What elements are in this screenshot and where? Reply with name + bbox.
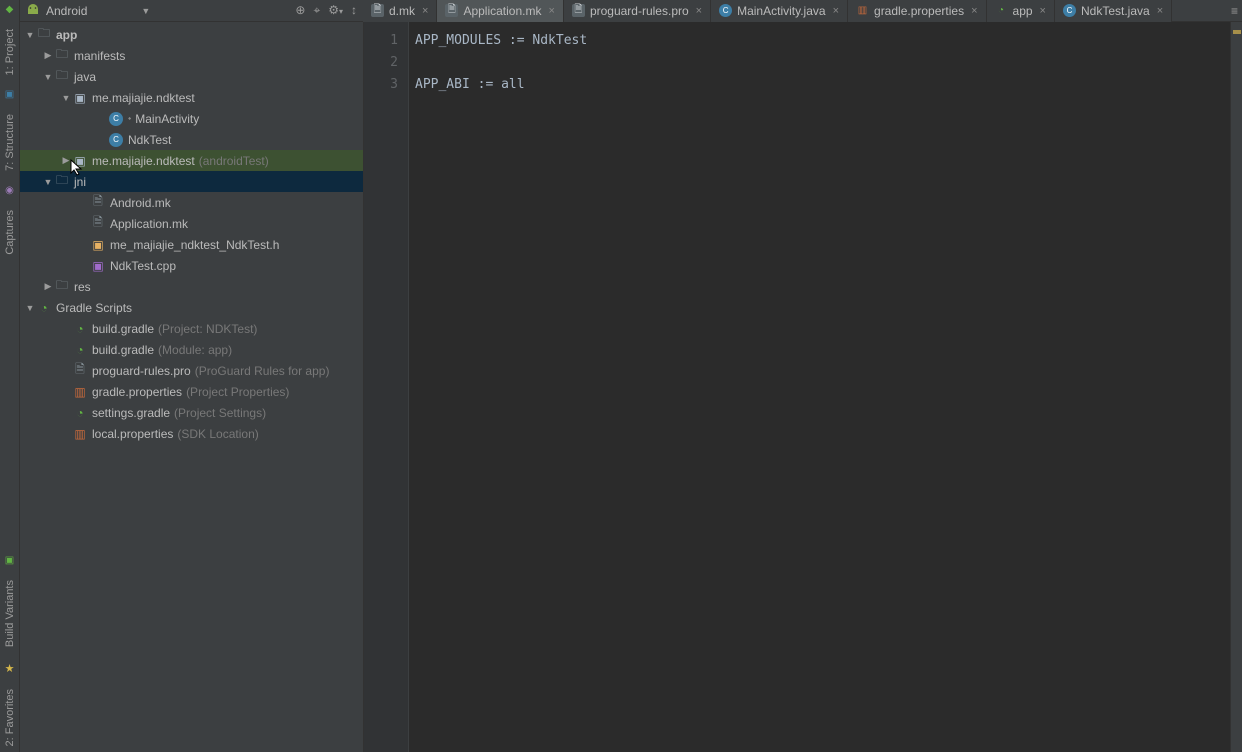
java-file-icon: C <box>719 4 732 17</box>
tool-structure-label[interactable]: 7: Structure <box>2 108 18 177</box>
gradle-file-icon: ◔ <box>995 4 1008 17</box>
code-line <box>415 52 1230 74</box>
tab-label: app <box>1013 4 1033 18</box>
tab-ndktest-java[interactable]: C NdkTest.java × <box>1055 0 1172 22</box>
tree-gradle-properties[interactable]: ▶▥gradle.properties(Project Properties) <box>20 381 363 402</box>
mk-file-icon: 🗎 <box>572 4 585 17</box>
tree-ndktest-class[interactable]: ▶CNdkTest <box>20 129 363 150</box>
mk-file-icon: 🗎 <box>445 4 458 17</box>
tab-label: MainActivity.java <box>737 4 825 18</box>
tab-label: Application.mk <box>463 4 541 18</box>
warning-marker[interactable] <box>1233 30 1241 34</box>
tool-build-variants-label[interactable]: Build Variants <box>2 574 18 653</box>
tree-gradle-scripts[interactable]: ▼◔Gradle Scripts <box>20 297 363 318</box>
line-number: 3 <box>364 74 398 96</box>
tree-settings-gradle[interactable]: ▶◔settings.gradle(Project Settings) <box>20 402 363 423</box>
tab-gradle-properties[interactable]: ▥ gradle.properties × <box>848 0 987 22</box>
tree-mainactivity[interactable]: ▶C⬩MainActivity <box>20 108 363 129</box>
close-icon[interactable]: × <box>971 5 977 17</box>
java-file-icon: C <box>1063 4 1076 17</box>
props-file-icon: ▥ <box>856 4 869 17</box>
structure-tool-icon[interactable]: ▣ <box>5 89 14 100</box>
tree-application-mk[interactable]: ▶🗎Application.mk <box>20 213 363 234</box>
tab-app[interactable]: ◔ app × <box>987 0 1055 22</box>
tree-ndk-cpp[interactable]: ▶▣NdkTest.cpp <box>20 255 363 276</box>
tree-android-mk[interactable]: ▶🗎Android.mk <box>20 192 363 213</box>
tree-proguard[interactable]: ▶🗎proguard-rules.pro(ProGuard Rules for … <box>20 360 363 381</box>
project-view-selector[interactable]: Android ▼ ⊕ ⌖ ⚙▾ ↕ <box>20 3 363 18</box>
tool-favorites-label[interactable]: 2: Favorites <box>2 683 18 752</box>
code-editor[interactable]: 123 APP_MODULES := NdkTest APP_ABI := all <box>364 22 1242 752</box>
close-icon[interactable]: × <box>696 5 702 17</box>
tab-label: d.mk <box>389 4 415 18</box>
close-icon[interactable]: × <box>1157 5 1163 17</box>
topbar: Android ▼ ⊕ ⌖ ⚙▾ ↕ 🗎 d.mk × 🗎 Application.mk… <box>20 0 1242 22</box>
gear-icon[interactable]: ⚙▾ <box>328 3 343 18</box>
tree-pkg2[interactable]: ▶▣me.majiajie.ndktest(androidTest) <box>20 150 363 171</box>
tree-local-properties[interactable]: ▶▥local.properties(SDK Location) <box>20 423 363 444</box>
tree-java[interactable]: ▼🗀java <box>20 66 363 87</box>
collapse-icon[interactable]: ⊕ <box>295 3 305 18</box>
mk-file-icon: 🗎 <box>371 4 384 17</box>
tab-proguard-rules-pro[interactable]: 🗎 proguard-rules.pro × <box>564 0 711 22</box>
line-number: 2 <box>364 52 398 74</box>
android-icon <box>26 4 40 18</box>
project-tree: ▼🗀app ▶🗀manifests ▼🗀java ▼▣me.majiajie.n… <box>20 22 364 752</box>
chevron-down-icon: ▼ <box>141 6 150 16</box>
close-icon[interactable]: × <box>833 5 839 17</box>
tree-ndk-h[interactable]: ▶▣me_majiajie_ndktest_NdkTest.h <box>20 234 363 255</box>
captures-tool-icon[interactable]: ◉ <box>5 185 14 196</box>
close-icon[interactable]: × <box>1040 5 1046 17</box>
editor-gutter: 123 <box>364 22 409 752</box>
tab-label: gradle.properties <box>874 4 964 18</box>
tab-application-mk[interactable]: 🗎 Application.mk × <box>437 0 563 22</box>
tab-mainactivity-java[interactable]: C MainActivity.java × <box>711 0 848 22</box>
build-variants-tool-icon[interactable]: ▣ <box>5 555 14 566</box>
close-icon[interactable]: × <box>422 5 428 17</box>
tab-label: proguard-rules.pro <box>590 4 689 18</box>
tool-captures-label[interactable]: Captures <box>2 204 18 261</box>
tab-d-mk[interactable]: 🗎 d.mk × <box>363 0 437 22</box>
tree-res[interactable]: ▶🗀res <box>20 276 363 297</box>
tree-build-gradle-project[interactable]: ▶◔build.gradle(Project: NDKTest) <box>20 318 363 339</box>
project-view-label: Android <box>46 4 87 18</box>
line-number: 1 <box>364 30 398 52</box>
tree-app[interactable]: ▼🗀app <box>20 24 363 45</box>
tree-jni[interactable]: ▼🗀jni <box>20 171 363 192</box>
close-icon[interactable]: × <box>549 5 555 17</box>
tab-label: NdkTest.java <box>1081 4 1150 18</box>
editor-marker-stripe <box>1230 22 1242 752</box>
target-icon[interactable]: ⌖ <box>313 3 320 18</box>
tool-project-label[interactable]: 1: Project <box>2 23 18 81</box>
project-tool-icon[interactable]: ◆ <box>6 4 14 15</box>
editor-tabs: 🗎 d.mk × 🗎 Application.mk × 🗎 proguard-rules.pr… <box>363 0 1242 22</box>
tree-manifests[interactable]: ▶🗀manifests <box>20 45 363 66</box>
tool-strip: ◆ 1: Project ▣ 7: Structure ◉ Captures ▣… <box>0 0 20 752</box>
code-line: APP_ABI := all <box>415 74 1230 96</box>
scroll-icon[interactable]: ↕ <box>351 3 357 18</box>
tab-list-icon[interactable]: ≡ <box>1231 4 1238 18</box>
code-line: APP_MODULES := NdkTest <box>415 30 1230 52</box>
favorites-tool-icon[interactable]: ★ <box>5 662 15 675</box>
tree-build-gradle-app[interactable]: ▶◔build.gradle(Module: app) <box>20 339 363 360</box>
tree-pkg1[interactable]: ▼▣me.majiajie.ndktest <box>20 87 363 108</box>
editor-code[interactable]: APP_MODULES := NdkTest APP_ABI := all <box>409 22 1230 752</box>
